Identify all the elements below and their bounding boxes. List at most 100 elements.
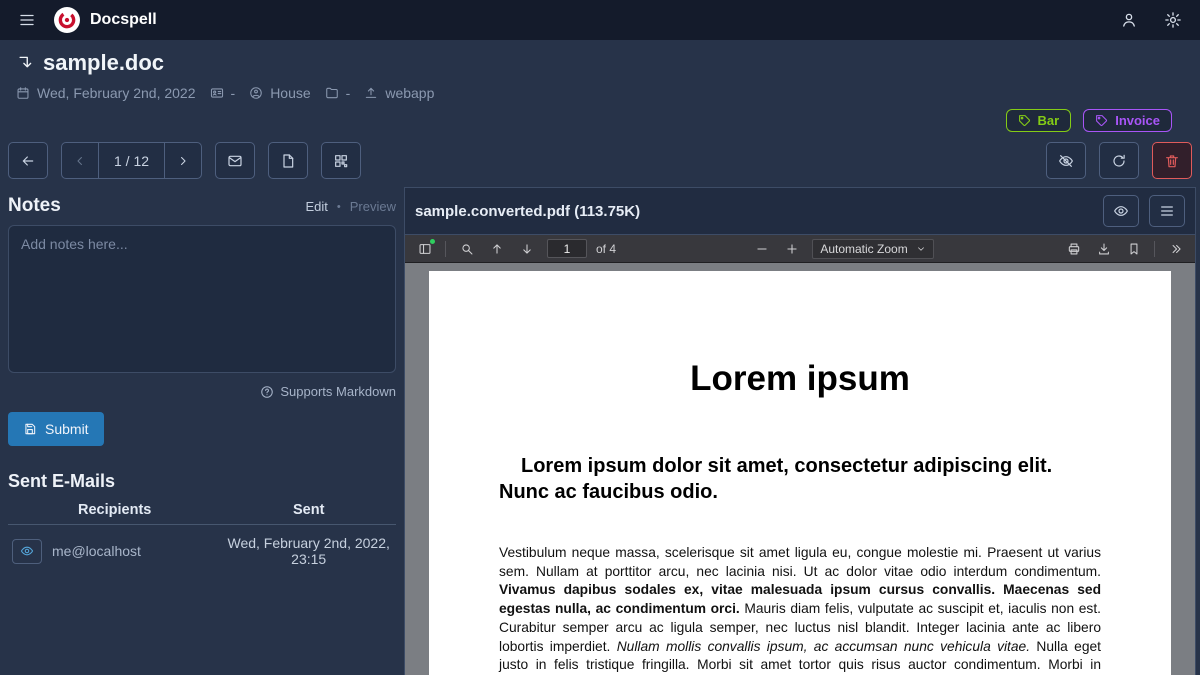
item-source: webapp	[364, 85, 434, 101]
printer-icon	[1067, 242, 1081, 256]
toolbar-divider	[445, 241, 446, 257]
item-concerning-text: House	[270, 85, 310, 101]
next-item-button[interactable]	[164, 142, 202, 179]
doc-subheading: Lorem ipsum dolor sit amet, consectetur …	[499, 453, 1101, 506]
qr-code-button[interactable]	[321, 142, 361, 179]
refresh-icon	[1111, 153, 1127, 169]
pdf-download-button[interactable]	[1090, 237, 1117, 261]
item-title: sample.doc	[16, 50, 1184, 76]
eye-icon	[20, 544, 34, 558]
trash-icon	[1164, 153, 1180, 169]
top-navbar: Docspell	[0, 0, 1200, 40]
tag-bar[interactable]: Bar	[1006, 109, 1072, 132]
tag-invoice[interactable]: Invoice	[1083, 109, 1172, 132]
gear-icon	[1164, 11, 1182, 29]
attachment-filename: sample.converted.pdf (113.75K)	[415, 203, 640, 220]
brand[interactable]: Docspell	[54, 7, 157, 33]
pdf-search-button[interactable]	[453, 237, 480, 261]
pdf-sidebar-toggle-button[interactable]	[411, 237, 438, 261]
item-source-text: webapp	[385, 85, 434, 101]
back-button[interactable]	[8, 142, 48, 179]
tag-bar-label: Bar	[1038, 113, 1060, 128]
double-chevron-right-icon	[1169, 242, 1183, 256]
email-recipient-cell: me@localhost	[12, 539, 217, 564]
right-actions	[1046, 142, 1192, 179]
col-sent: Sent	[221, 494, 396, 525]
doc-paragraph-part1: Vestibulum neque massa, scelerisque sit …	[499, 545, 1101, 579]
arrow-left-icon	[20, 153, 36, 169]
attachment-menu-button[interactable]	[1149, 195, 1185, 227]
pdf-more-tools-button[interactable]	[1162, 237, 1189, 261]
save-icon	[23, 422, 37, 436]
main-content: Notes Edit • Preview Supports Markdown S…	[0, 187, 1200, 675]
pdf-print-button[interactable]	[1060, 237, 1087, 261]
item-meta: Wed, February 2nd, 2022 - House - webapp	[16, 85, 1184, 101]
eye-slash-icon	[1058, 153, 1074, 169]
notes-title: Notes	[8, 195, 61, 217]
pdf-prev-page-button[interactable]	[483, 237, 510, 261]
hamburger-icon	[18, 11, 36, 29]
arrow-turn-down-icon	[16, 54, 34, 72]
person-icon	[249, 86, 263, 100]
sent-emails-title: Sent E-Mails	[8, 471, 396, 492]
view-email-button[interactable]	[12, 539, 42, 564]
download-icon	[1097, 242, 1111, 256]
notes-textarea[interactable]	[8, 225, 396, 373]
plus-icon	[785, 242, 799, 256]
viewer-header: sample.converted.pdf (113.75K)	[405, 188, 1195, 235]
item-date: Wed, February 2nd, 2022	[16, 85, 196, 101]
delete-button[interactable]	[1152, 142, 1192, 179]
item-title-text: sample.doc	[43, 50, 164, 76]
pdf-viewer-panel: sample.converted.pdf (113.75K)	[404, 187, 1196, 675]
qr-grid-icon	[333, 153, 349, 169]
reprocess-button[interactable]	[1099, 142, 1139, 179]
action-bar: 1 / 12	[0, 132, 1200, 187]
chevron-down-icon	[916, 244, 926, 254]
markdown-hint: Supports Markdown	[8, 384, 396, 399]
bookmark-icon	[1127, 242, 1141, 256]
prev-item-button[interactable]	[61, 142, 99, 179]
doc-heading: Lorem ipsum	[499, 359, 1101, 399]
left-actions: 1 / 12	[8, 142, 361, 179]
zoom-out-button[interactable]	[748, 237, 775, 261]
docspell-logo-icon	[54, 7, 80, 33]
zoom-in-button[interactable]	[778, 237, 805, 261]
attach-file-button[interactable]	[268, 142, 308, 179]
zoom-select[interactable]: Automatic Zoom	[812, 239, 933, 259]
brand-name: Docspell	[90, 11, 157, 29]
send-mail-button[interactable]	[215, 142, 255, 179]
pdf-next-page-button[interactable]	[513, 237, 540, 261]
viewer-actions	[1103, 195, 1185, 227]
notes-edit-link[interactable]: Edit	[305, 199, 327, 214]
settings-button[interactable]	[1162, 9, 1184, 31]
calendar-icon	[16, 86, 30, 100]
email-row: me@localhost Wed, February 2nd, 2022, 23…	[8, 525, 396, 574]
envelope-icon	[227, 153, 243, 169]
item-header: sample.doc Wed, February 2nd, 2022 - Hou…	[0, 40, 1200, 132]
pdf-bookmark-button[interactable]	[1120, 237, 1147, 261]
pdf-content-area[interactable]: Lorem ipsum Lorem ipsum dolor sit amet, …	[405, 263, 1195, 675]
item-date-text: Wed, February 2nd, 2022	[37, 85, 196, 101]
item-correspondent-text: -	[231, 85, 236, 101]
user-icon	[1120, 11, 1138, 29]
emails-header-row: Recipients Sent	[8, 494, 396, 525]
unconfirm-button[interactable]	[1046, 142, 1086, 179]
sidebar-menu-button[interactable]	[16, 9, 38, 31]
user-menu-button[interactable]	[1118, 9, 1140, 31]
item-correspondent: -	[210, 85, 236, 101]
tags-row: Bar Invoice	[16, 101, 1184, 132]
email-recipient: me@localhost	[52, 543, 141, 559]
page-indicator: 1 / 12	[98, 142, 165, 179]
tag-icon	[1095, 114, 1108, 127]
doc-paragraph: Vestibulum neque massa, scelerisque sit …	[499, 544, 1101, 675]
notes-preview-link[interactable]: Preview	[350, 199, 396, 214]
tag-icon	[1018, 114, 1031, 127]
preview-toggle-button[interactable]	[1103, 195, 1139, 227]
file-icon	[280, 153, 296, 169]
submit-label: Submit	[45, 421, 89, 437]
minus-icon	[755, 242, 769, 256]
arrow-up-icon	[490, 242, 504, 256]
pdf-page-count: of 4	[596, 242, 616, 256]
pdf-page-input[interactable]	[547, 239, 587, 258]
submit-button[interactable]: Submit	[8, 412, 104, 446]
